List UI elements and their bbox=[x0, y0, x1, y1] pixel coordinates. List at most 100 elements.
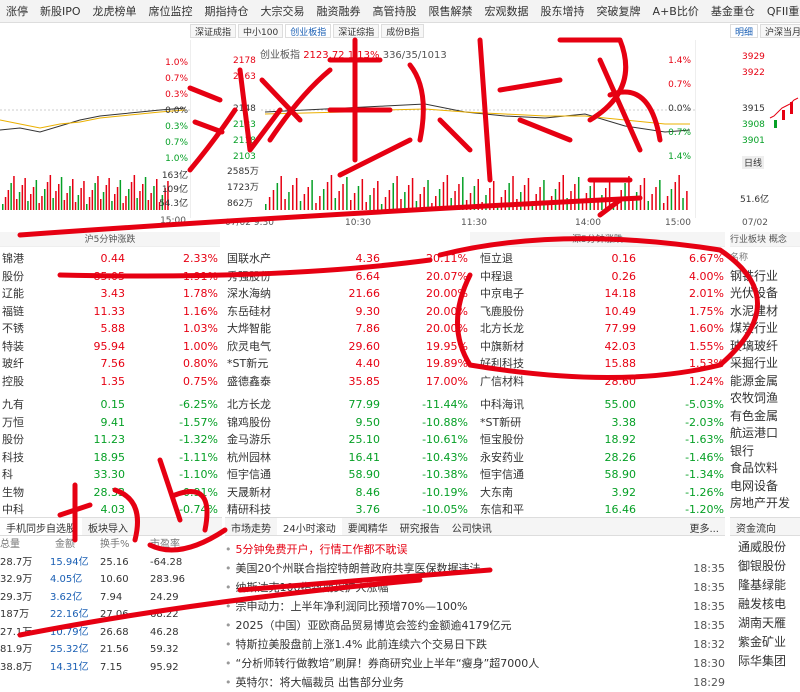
capital-flow-item[interactable]: 御银股份 bbox=[738, 557, 800, 576]
sector-item[interactable]: 能源金属 bbox=[730, 373, 800, 391]
rank-row[interactable]: 东岳硅材 9.30 20.00% bbox=[225, 303, 470, 321]
tab-index[interactable]: 中小100 bbox=[238, 24, 284, 38]
rank-row[interactable]: 北方长龙 77.99 -11.44% bbox=[225, 396, 470, 414]
table-row[interactable]: 38.8万 14.31亿 7.15 95.92 bbox=[0, 659, 222, 677]
sector-item[interactable]: 光伏设备 bbox=[730, 285, 800, 303]
rank-row[interactable]: 股份 11.23 -1.32% bbox=[0, 431, 220, 449]
capital-flow-item[interactable]: 际华集团 bbox=[738, 652, 800, 671]
rank-row[interactable]: 广信材料 28.60 1.24% bbox=[478, 373, 726, 391]
nav-item[interactable]: 涨停 bbox=[0, 3, 34, 19]
rank-row[interactable]: 中科 4.03 -0.74% bbox=[0, 501, 220, 519]
nav-item[interactable]: 融资融券 bbox=[311, 3, 367, 19]
nav-item[interactable]: 股东增持 bbox=[535, 3, 591, 19]
nav-item[interactable]: 宏观数据 bbox=[479, 3, 535, 19]
tab-sync-watchlist[interactable]: 手机同步自选股 bbox=[0, 518, 82, 535]
rank-row[interactable]: 好利科技 15.88 1.53% bbox=[478, 355, 726, 373]
rank-row[interactable]: 锦港 0.44 2.33% bbox=[0, 250, 220, 268]
nav-item[interactable]: 席位监控 bbox=[143, 3, 199, 19]
capital-flow-item[interactable]: 隆基绿能 bbox=[738, 576, 800, 595]
rank-row[interactable]: 控股 1.35 0.75% bbox=[0, 373, 220, 391]
rank-row[interactable]: 不锈 5.88 1.03% bbox=[0, 320, 220, 338]
capital-flow-item[interactable]: 通威股份 bbox=[738, 538, 800, 557]
rank-row[interactable]: 恒宇信通 58.90 -10.38% bbox=[225, 466, 470, 484]
rank-row[interactable]: 大烨智能 7.86 20.00% bbox=[225, 320, 470, 338]
capital-flow-item[interactable]: 湖南天雁 bbox=[738, 614, 800, 633]
rank-row[interactable]: 盛德鑫泰 35.85 17.00% bbox=[225, 373, 470, 391]
nav-item[interactable]: 大宗交易 bbox=[255, 3, 311, 19]
rank-row[interactable]: *ST新元 4.40 19.89% bbox=[225, 355, 470, 373]
tab-news[interactable]: 要闻精华 bbox=[342, 518, 394, 535]
nav-item[interactable]: 基金重仓 bbox=[705, 3, 761, 19]
nav-item[interactable]: 突破复牌 bbox=[591, 3, 647, 19]
rank-row[interactable]: 股份 85.05 1.91% bbox=[0, 268, 220, 286]
tab-news[interactable]: 研究报告 bbox=[394, 518, 446, 535]
rank-row[interactable]: 永安药业 28.26 -1.46% bbox=[478, 449, 726, 467]
news-item[interactable]: • 宗申动力：上半年净利润同比预增70%—100% 18:35 bbox=[225, 597, 725, 616]
sector-item[interactable]: 银行 bbox=[730, 443, 800, 461]
rank-row[interactable]: 飞鹿股份 10.49 1.75% bbox=[478, 303, 726, 321]
table-row[interactable]: 81.9万 25.32亿 21.56 59.32 bbox=[0, 641, 222, 659]
rank-row[interactable]: 天晟新材 8.46 -10.19% bbox=[225, 484, 470, 502]
chinext-index-chart[interactable]: 创业板指 2123.72 1.13% 336/35/1013 2178 2163… bbox=[225, 40, 696, 228]
tab-news[interactable]: 更多... bbox=[683, 518, 725, 535]
capital-flow-item[interactable]: 融发核电 bbox=[738, 595, 800, 614]
sector-item[interactable]: 有色金属 bbox=[730, 408, 800, 426]
tab-import-sector[interactable]: 板块导入 bbox=[82, 518, 134, 535]
sector-item[interactable]: 食品饮料 bbox=[730, 460, 800, 478]
news-item[interactable]: • 美国20个州联合指控特朗普政府共享医保数据违法 18:35 bbox=[225, 559, 725, 578]
news-item[interactable]: • 5分钟免费开户，行情工作都不耽误 bbox=[225, 540, 725, 559]
rank-row[interactable]: 深水海纳 21.66 20.00% bbox=[225, 285, 470, 303]
tab-concept[interactable]: 概念 bbox=[769, 235, 787, 245]
period-button[interactable]: 日线 bbox=[742, 156, 765, 169]
nav-item[interactable]: 期指持仓 bbox=[199, 3, 255, 19]
rank-row[interactable]: 恒立退 0.16 6.67% bbox=[478, 250, 726, 268]
rank-row[interactable]: 特装 95.94 1.00% bbox=[0, 338, 220, 356]
capital-flow-item[interactable]: 紫金矿业 bbox=[738, 633, 800, 652]
capital-flow-title[interactable]: 资金流向 bbox=[730, 518, 782, 535]
tab-detail[interactable]: 明细 bbox=[730, 24, 759, 38]
rank-row[interactable]: 中旗新材 42.03 1.55% bbox=[478, 338, 726, 356]
rank-row[interactable]: 东信和平 16.46 -1.20% bbox=[478, 501, 726, 519]
tab-index[interactable]: 成份B指 bbox=[381, 24, 425, 38]
rank-row[interactable]: 中程退 0.26 4.00% bbox=[478, 268, 726, 286]
tab-news[interactable]: 公司快讯 bbox=[446, 518, 498, 535]
tab-index[interactable]: 深证综指 bbox=[333, 24, 380, 38]
hs300-chart[interactable]: 3929 3922 3915 3908 3901 日线 51.6亿 07/02 bbox=[730, 40, 800, 228]
news-item[interactable]: • 纳斯达克100指数期货扩大涨幅 18:35 bbox=[225, 578, 725, 597]
sector-item[interactable]: 水泥建材 bbox=[730, 303, 800, 321]
sector-item[interactable]: 电网设备 bbox=[730, 478, 800, 496]
rank-row[interactable]: *ST新研 3.38 -2.03% bbox=[478, 414, 726, 432]
news-item[interactable]: • 英特尔：将大幅裁员 出售部分业务 18:29 bbox=[225, 673, 725, 692]
news-item[interactable]: • “分析师转行做教培”刷屏！券商研究业上半年“瘦身”超7000人 18:30 bbox=[225, 654, 725, 673]
sector-item[interactable]: 航运港口 bbox=[730, 425, 800, 443]
rank-row[interactable]: 秀强股份 6.64 20.07% bbox=[225, 268, 470, 286]
rank-row[interactable]: 生物 28.33 -0.91% bbox=[0, 484, 220, 502]
table-row[interactable]: 27.1万 10.79亿 26.68 46.28 bbox=[0, 624, 222, 642]
news-item[interactable]: • 2025（中国）亚欧商品贸易博览会签约金额逾4179亿元 18:35 bbox=[225, 616, 725, 635]
rank-row[interactable]: 国联水产 4.36 20.11% bbox=[225, 250, 470, 268]
table-row[interactable]: 187万 22.16亿 27.06 68.22 bbox=[0, 606, 222, 624]
rank-row[interactable]: 中京电子 14.18 2.01% bbox=[478, 285, 726, 303]
rank-row[interactable]: 精研科技 3.76 -10.05% bbox=[225, 501, 470, 519]
rank-row[interactable]: 大东南 3.92 -1.26% bbox=[478, 484, 726, 502]
sh-index-chart[interactable]: 1.0% 0.7% 0.3% 0.0% 0.3% 0.7% 1.0% 163亿 … bbox=[0, 40, 191, 226]
news-item[interactable]: • 特斯拉美股盘前上涨1.4% 此前连续六个交易日下跌 18:32 bbox=[225, 635, 725, 654]
rank-row[interactable]: 科技 18.95 -1.11% bbox=[0, 449, 220, 467]
nav-item[interactable]: 新股IPO bbox=[34, 3, 87, 19]
table-row[interactable]: 29.3万 3.62亿 7.94 24.29 bbox=[0, 589, 222, 607]
rank-row[interactable]: 科 33.30 -1.10% bbox=[0, 466, 220, 484]
tab-index[interactable]: 创业板指 bbox=[285, 24, 332, 38]
table-row[interactable]: 32.9万 4.05亿 10.60 283.96 bbox=[0, 571, 222, 589]
tab-index[interactable]: 深证成指 bbox=[190, 24, 237, 38]
rank-row[interactable]: 玻纤 7.56 0.80% bbox=[0, 355, 220, 373]
tab-detail[interactable]: 沪深当月 bbox=[760, 24, 800, 38]
tab-news[interactable]: 市场走势 bbox=[225, 518, 277, 535]
rank-row[interactable]: 恒宇信通 58.90 -1.34% bbox=[478, 466, 726, 484]
sector-item[interactable]: 房地产开发 bbox=[730, 495, 800, 513]
rank-row[interactable]: 万恒 9.41 -1.57% bbox=[0, 414, 220, 432]
rank-row[interactable]: 锦鸡股份 9.50 -10.88% bbox=[225, 414, 470, 432]
sector-item[interactable]: 煤炭行业 bbox=[730, 320, 800, 338]
rank-row[interactable]: 福链 11.33 1.16% bbox=[0, 303, 220, 321]
sector-item[interactable]: 玻璃玻纤 bbox=[730, 338, 800, 356]
nav-item[interactable]: 限售解禁 bbox=[423, 3, 479, 19]
